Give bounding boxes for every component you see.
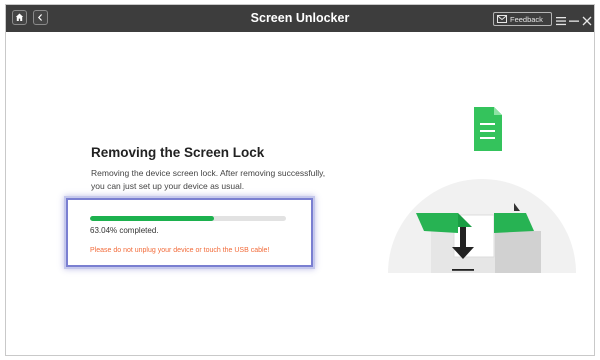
title-bar: Screen Unlocker Feedback <box>6 5 594 32</box>
document-icon <box>474 107 502 151</box>
progress-bar-fill <box>90 216 214 221</box>
unlock-illustration <box>388 107 576 273</box>
minimize-button[interactable] <box>569 13 579 31</box>
feedback-button[interactable]: Feedback <box>493 12 552 26</box>
mail-icon <box>497 15 507 23</box>
minimize-icon <box>569 20 579 22</box>
menu-icon <box>556 17 566 26</box>
feedback-label: Feedback <box>510 14 543 24</box>
status-description: Removing the device screen lock. After r… <box>91 168 326 191</box>
app-window: Screen Unlocker Feedback Removing the Sc… <box>5 4 595 356</box>
progress-bar <box>90 216 286 221</box>
menu-button[interactable] <box>556 13 566 31</box>
progress-panel: 63.04% completed. Please do not unplug y… <box>66 198 313 267</box>
progress-percentage: 63.04% completed. <box>90 226 159 235</box>
warning-message: Please do not unplug your device or touc… <box>90 247 270 254</box>
close-button[interactable] <box>582 13 592 31</box>
page-title: Removing the Screen Lock <box>91 145 265 160</box>
close-icon <box>582 16 592 26</box>
